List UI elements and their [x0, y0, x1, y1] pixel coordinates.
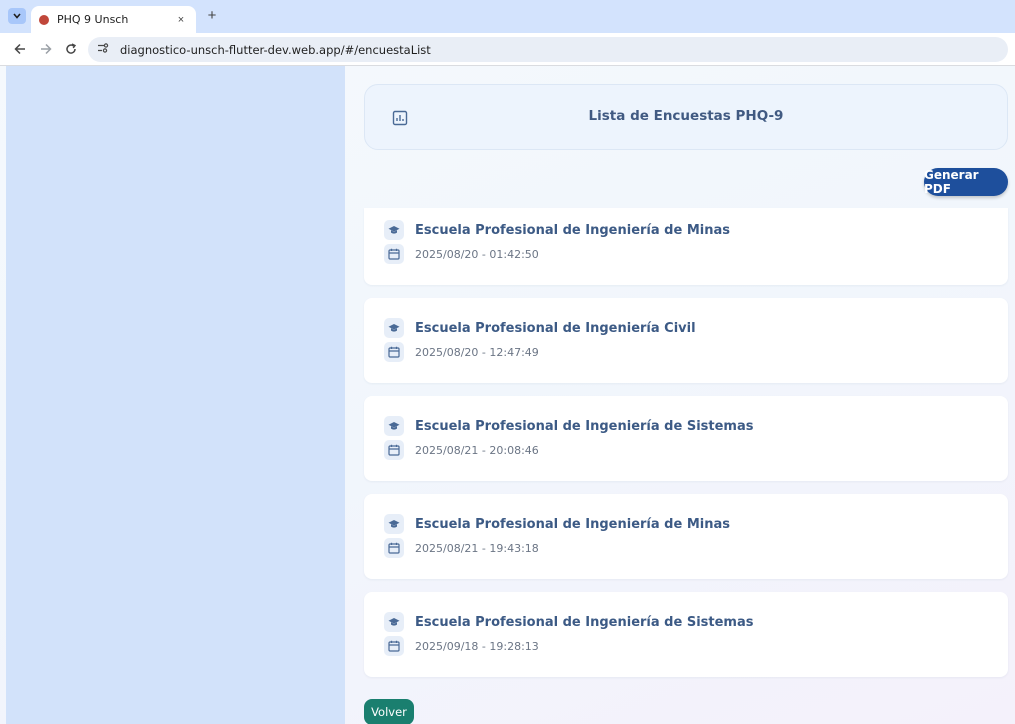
calendar-icon [384, 636, 404, 656]
site-info-icon[interactable] [96, 42, 110, 57]
survey-date: 2025/08/21 - 20:08:46 [415, 443, 539, 457]
survey-date: 2025/08/20 - 01:42:50 [415, 247, 539, 261]
survey-list: Escuela Profesional de Ingeniería de Min… [364, 208, 1008, 690]
url-text: diagnostico-unsch-flutter-dev.web.app/#/… [120, 42, 431, 57]
tab-close-button[interactable]: × [174, 14, 188, 26]
survey-school: Escuela Profesional de Ingeniería de Min… [415, 516, 730, 532]
graduation-cap-icon [384, 514, 404, 534]
chevron-down-icon [13, 13, 21, 19]
survey-card[interactable]: Escuela Profesional de Ingeniería Civil … [364, 298, 1008, 383]
survey-card[interactable]: Escuela Profesional de Ingeniería de Sis… [364, 396, 1008, 481]
page-title: Lista de Encuestas PHQ-9 [588, 108, 784, 124]
survey-card[interactable]: Escuela Profesional de Ingeniería de Min… [364, 494, 1008, 579]
tab-title: PHQ 9 Unsch [57, 13, 129, 26]
survey-date: 2025/08/21 - 19:43:18 [415, 541, 539, 555]
favicon-icon [39, 14, 49, 25]
header-card: Lista de Encuestas PHQ-9 [364, 84, 1008, 150]
survey-school: Escuela Profesional de Ingeniería de Sis… [415, 614, 754, 630]
calendar-icon [384, 440, 404, 460]
reload-icon [66, 43, 77, 54]
page-viewport: Lista de Encuestas PHQ-9 Generar PDF Esc… [0, 66, 1015, 724]
tab-search-button[interactable] [8, 8, 26, 24]
survey-school: Escuela Profesional de Ingeniería de Sis… [415, 418, 754, 434]
address-bar[interactable]: diagnostico-unsch-flutter-dev.web.app/#/… [88, 37, 1008, 62]
calendar-icon [384, 244, 404, 264]
survey-school: Escuela Profesional de Ingeniería de Min… [415, 222, 730, 238]
arrow-right-icon [41, 43, 52, 55]
graduation-cap-icon [384, 318, 404, 338]
arrow-left-icon [14, 43, 25, 55]
graduation-cap-icon [384, 416, 404, 436]
forward-nav-button[interactable] [38, 41, 54, 57]
survey-card[interactable]: Escuela Profesional de Ingeniería de Min… [364, 208, 1008, 285]
survey-card[interactable]: Escuela Profesional de Ingeniería de Sis… [364, 592, 1008, 677]
survey-date: 2025/09/18 - 19:28:13 [415, 639, 539, 653]
calendar-icon [384, 342, 404, 362]
back-button[interactable]: Volver [364, 699, 414, 724]
browser-toolbar: diagnostico-unsch-flutter-dev.web.app/#/… [0, 33, 1015, 66]
side-panel [6, 66, 345, 724]
reload-button[interactable] [63, 41, 79, 57]
generate-pdf-button[interactable]: Generar PDF [924, 168, 1008, 196]
calendar-icon [384, 538, 404, 558]
graduation-cap-icon [384, 220, 404, 240]
back-nav-button[interactable] [12, 41, 28, 57]
browser-tab-strip: PHQ 9 Unsch × + [0, 0, 1015, 33]
browser-tab-active[interactable]: PHQ 9 Unsch × [31, 6, 196, 33]
graduation-cap-icon [384, 612, 404, 632]
new-tab-button[interactable]: + [204, 8, 220, 24]
survey-school: Escuela Profesional de Ingeniería Civil [415, 320, 696, 336]
survey-date: 2025/08/20 - 12:47:49 [415, 345, 539, 359]
